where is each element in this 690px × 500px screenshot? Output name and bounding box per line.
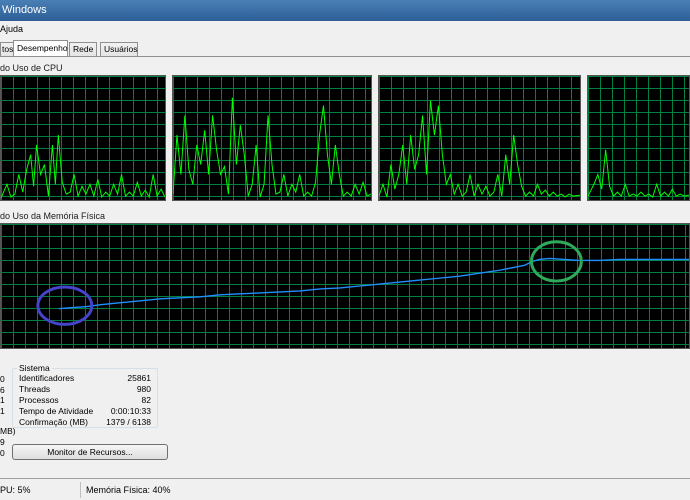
tab-rede[interactable]: Rede: [69, 42, 97, 57]
cpu-graph-4: [587, 75, 690, 201]
system-group: Sistema Identificadores 25861 Threads 98…: [12, 363, 158, 428]
value: 0: [0, 374, 5, 384]
status-bar: PU: 5% Memória Física: 40%: [0, 478, 690, 500]
status-separator: [80, 482, 81, 498]
row-label: Threads: [19, 384, 51, 394]
highlight-circle-blue: [36, 285, 94, 326]
highlight-circle-green: [529, 240, 583, 283]
tab-label: Usuários: [104, 44, 138, 54]
tab-usuarios[interactable]: Usuários: [100, 42, 138, 57]
window-title: Windows: [2, 4, 47, 16]
tab-desempenho[interactable]: Desempenho: [13, 40, 68, 57]
cpu-graph-3: [378, 75, 581, 201]
system-row-uptime: Tempo de Atividade 0:00:10:33: [19, 406, 151, 417]
tab-processos[interactable]: tos: [0, 42, 14, 57]
status-cpu: PU: 5%: [0, 485, 31, 495]
value: 6: [0, 384, 5, 395]
tab-label: Desempenho: [17, 43, 68, 53]
row-label: Processos: [19, 395, 59, 405]
kernel-memory-values: 9 0: [0, 437, 5, 458]
row-value: 980: [136, 384, 151, 394]
title-bar: Windows: [0, 0, 690, 21]
system-row-threads: Threads 980: [19, 384, 151, 395]
tab-label: tos: [2, 44, 14, 54]
value: 1: [0, 405, 5, 416]
tab-label: Rede: [73, 44, 94, 54]
row-label: Identificadores: [19, 373, 75, 383]
resource-monitor-button[interactable]: Monitor de Recursos...: [12, 444, 168, 460]
row-label: Confirmação (MB): [19, 417, 88, 427]
menu-item-ajuda[interactable]: Ajuda: [0, 24, 23, 34]
physical-memory-values: 0 6 1 1: [0, 374, 5, 416]
value: 1: [0, 395, 5, 405]
row-value: 82: [141, 395, 151, 405]
row-label: Tempo de Atividade: [19, 406, 94, 416]
system-row-processes: Processos 82: [19, 395, 151, 406]
row-value: 1379 / 6138: [106, 417, 151, 427]
status-memory: Memória Física: 40%: [86, 485, 171, 495]
system-row-handles: Identificadores 25861: [19, 373, 151, 384]
system-group-title: Sistema: [17, 363, 52, 373]
menu-bar: Ajuda: [0, 21, 690, 38]
system-row-commit: Confirmação (MB) 1379 / 6138: [19, 417, 151, 428]
memory-graph: [0, 223, 690, 349]
value: 0: [0, 447, 5, 458]
row-value: 0:00:10:33: [110, 406, 151, 416]
memory-history-label: do Uso da Memória Física: [0, 211, 106, 221]
cpu-graph-2: [172, 75, 372, 201]
row-value: 25861: [127, 373, 151, 383]
cpu-history-label: do Uso de CPU: [0, 63, 63, 73]
value: 9: [0, 437, 5, 447]
cpu-graph-1: [0, 75, 166, 201]
